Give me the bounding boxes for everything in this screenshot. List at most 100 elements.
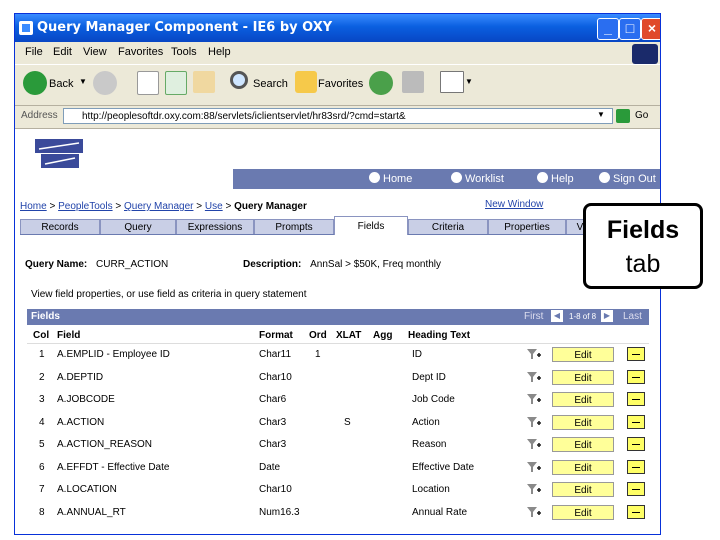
tab-prompts[interactable]: Prompts	[254, 219, 334, 234]
tab-query[interactable]: Query	[100, 219, 176, 234]
refresh-icon[interactable]	[165, 71, 187, 95]
window-title: Query Manager Component - IE6 by OXY	[37, 20, 333, 35]
close-button[interactable]: ×	[641, 18, 660, 40]
row-heading: Job Code	[412, 394, 455, 405]
breadcrumb-peopletools[interactable]: PeopleTools	[58, 201, 112, 212]
search-label[interactable]: Search	[253, 78, 288, 90]
use-as-criteria-icon[interactable]	[526, 482, 542, 496]
edit-dropdown-icon[interactable]: ▼	[465, 77, 473, 86]
edit-button[interactable]: Edit	[552, 392, 614, 407]
breadcrumb-home[interactable]: Home	[20, 201, 47, 212]
tab-criteria[interactable]: Criteria	[408, 219, 488, 234]
query-name-label: Query Name:	[25, 259, 88, 270]
menu-help[interactable]: Help	[208, 46, 231, 58]
favorites-label[interactable]: Favorites	[318, 78, 363, 90]
edit-button[interactable]: Edit	[552, 347, 614, 362]
print-icon[interactable]	[402, 71, 424, 93]
col-header-xlat: XLAT	[336, 330, 362, 341]
forward-arrow-icon[interactable]	[93, 71, 117, 95]
go-label[interactable]: Go	[635, 110, 648, 121]
home-icon[interactable]	[193, 71, 215, 93]
delete-row-icon[interactable]	[627, 459, 645, 474]
delete-row-icon[interactable]	[627, 369, 645, 384]
row-col: 8	[39, 506, 45, 518]
favorites-star-icon[interactable]	[295, 71, 317, 93]
use-as-criteria-icon[interactable]	[526, 505, 542, 519]
minimize-button[interactable]: _	[597, 18, 619, 40]
row-col: 6	[39, 461, 45, 473]
use-as-criteria-icon[interactable]	[526, 415, 542, 429]
menu-edit[interactable]: Edit	[53, 46, 72, 58]
peoplesoft-logo	[35, 139, 83, 168]
col-header-agg: Agg	[373, 330, 393, 341]
table-row: 8 A.ANNUAL_RT Num16.3 Annual Rate Edit	[27, 502, 649, 525]
row-col: 2	[39, 371, 45, 383]
col-header-heading: Heading Text	[408, 330, 471, 341]
edit-document-icon[interactable]	[440, 71, 464, 93]
edit-button[interactable]: Edit	[552, 414, 614, 430]
menu-view[interactable]: View	[83, 46, 107, 58]
address-label: Address	[21, 110, 58, 121]
edit-button[interactable]: Edit	[552, 369, 614, 385]
grid-column-headers: Col Field Format Ord XLAT Agg Heading Te…	[27, 325, 649, 344]
delete-row-icon[interactable]	[627, 347, 645, 361]
search-icon[interactable]	[230, 71, 248, 89]
use-as-criteria-icon[interactable]	[526, 460, 542, 474]
use-as-criteria-icon[interactable]	[526, 370, 542, 384]
grid-last-link[interactable]: Last	[623, 311, 642, 322]
new-window-link[interactable]: New Window	[485, 199, 543, 210]
row-heading: Action	[412, 416, 440, 428]
go-arrow-icon[interactable]	[616, 109, 630, 123]
grid-header-bar: Fields First ◀ 1-8 of 8 ▶ Last	[27, 309, 649, 325]
page-content: Home Worklist Help Sign Out Home > Peopl…	[15, 129, 660, 534]
menu-tools[interactable]: Tools	[171, 46, 197, 58]
use-as-criteria-icon[interactable]	[526, 392, 542, 406]
edit-button[interactable]: Edit	[552, 459, 614, 475]
col-header-ord: Ord	[309, 330, 327, 341]
delete-row-icon[interactable]	[627, 437, 645, 451]
breadcrumb-separator: >	[115, 201, 122, 212]
row-heading: Dept ID	[412, 371, 446, 383]
signout-icon	[599, 172, 610, 183]
edit-button[interactable]: Edit	[552, 482, 614, 497]
back-dropdown-icon[interactable]: ▼	[79, 77, 87, 86]
nav-signout[interactable]: Sign Out	[599, 172, 656, 185]
breadcrumb-query-manager[interactable]: Query Manager	[124, 201, 193, 212]
row-field: A.ACTION_REASON	[57, 439, 153, 450]
tab-expressions[interactable]: Expressions	[176, 219, 254, 234]
nav-help[interactable]: Help	[537, 172, 574, 185]
row-format: Char10	[259, 371, 292, 383]
row-field: A.EFFDT - Effective Date	[57, 461, 170, 473]
row-format: Char11	[259, 349, 292, 360]
next-arrow-icon[interactable]: ▶	[601, 310, 613, 322]
grid-first-link[interactable]: First	[524, 311, 543, 322]
previous-arrow-icon[interactable]: ◀	[551, 310, 563, 322]
address-dropdown-icon[interactable]: ▼	[597, 110, 605, 119]
row-heading: ID	[412, 349, 422, 360]
tab-properties[interactable]: Properties	[488, 219, 566, 234]
back-arrow-icon[interactable]	[23, 71, 47, 95]
nav-worklist[interactable]: Worklist	[451, 172, 504, 185]
edit-button[interactable]: Edit	[552, 504, 614, 520]
tab-fields[interactable]: Fields	[334, 216, 408, 235]
history-icon[interactable]	[369, 71, 393, 95]
menu-favorites[interactable]: Favorites	[118, 46, 163, 58]
delete-row-icon[interactable]	[627, 504, 645, 519]
stop-icon[interactable]	[137, 71, 159, 95]
use-as-criteria-icon[interactable]	[526, 437, 542, 451]
address-input[interactable]: http://peoplesoftdr.oxy.com:88/servlets/…	[63, 108, 613, 124]
tab-records[interactable]: Records	[20, 219, 100, 234]
description-value: AnnSal > $50K, Freq monthly	[310, 259, 442, 270]
ie-icon	[19, 21, 33, 35]
nav-home[interactable]: Home	[369, 172, 412, 185]
menu-file[interactable]: File	[25, 46, 43, 58]
use-as-criteria-icon[interactable]	[526, 347, 542, 361]
delete-row-icon[interactable]	[627, 392, 645, 406]
back-label[interactable]: Back	[49, 78, 73, 90]
delete-row-icon[interactable]	[627, 482, 645, 496]
row-format: Char6	[259, 394, 287, 405]
delete-row-icon[interactable]	[627, 414, 645, 429]
breadcrumb-use[interactable]: Use	[205, 201, 223, 212]
maximize-button[interactable]: □	[619, 18, 641, 40]
edit-button[interactable]: Edit	[552, 437, 614, 452]
